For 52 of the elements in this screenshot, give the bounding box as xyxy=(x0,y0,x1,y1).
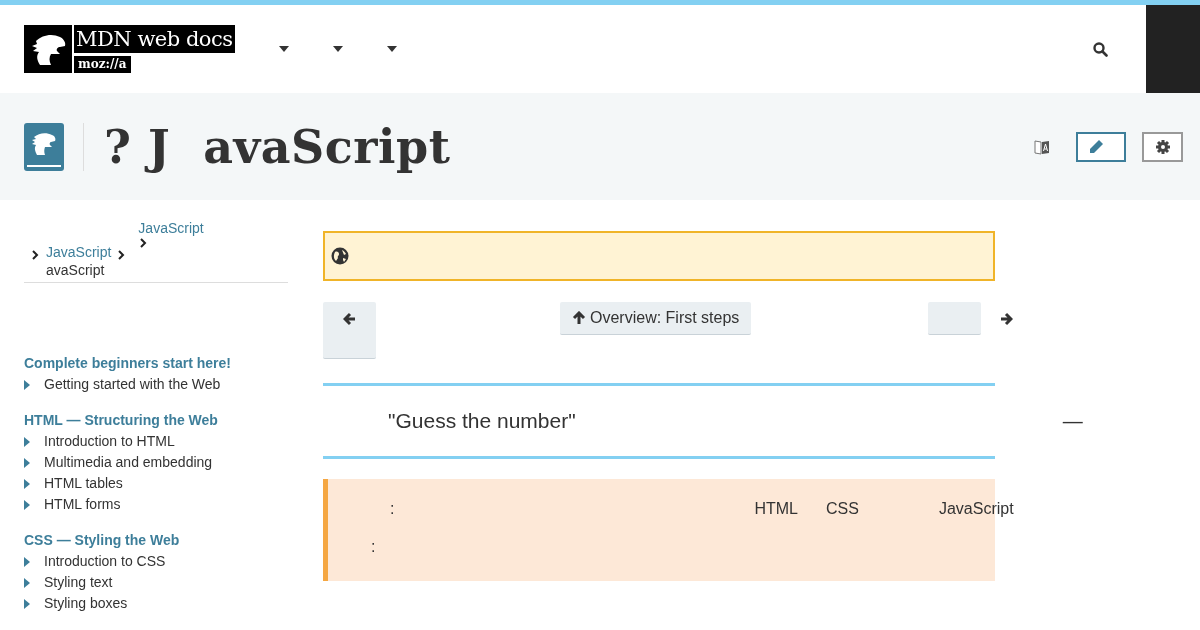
breadcrumb-link[interactable]: JavaScript xyxy=(46,244,112,260)
sidebar-item[interactable]: Styling text xyxy=(44,572,113,593)
sidebar-item[interactable]: Introduction to HTML xyxy=(44,431,175,452)
chevron-icon xyxy=(32,250,39,260)
sidebar-item[interactable]: HTML tables xyxy=(44,473,123,494)
expand-triangle-icon[interactable] xyxy=(24,556,30,567)
prerequisite-text: CSS xyxy=(826,500,859,519)
settings-button[interactable] xyxy=(1142,131,1183,162)
sidebar-item[interactable]: Styling boxes xyxy=(44,593,128,614)
right-arrow-icon xyxy=(999,312,1013,326)
section-heading[interactable]: HTML — Structuring the Web xyxy=(24,410,288,431)
caret-icon[interactable] xyxy=(332,46,343,52)
breadcrumb-link[interactable]: JavaScript xyxy=(138,220,204,236)
chevron-icon xyxy=(140,238,148,248)
dash-text: — xyxy=(1062,409,1083,433)
sidebar-item[interactable]: Multimedia and embedding xyxy=(44,452,213,473)
translate-icon[interactable] xyxy=(1034,138,1050,155)
globe-icon xyxy=(331,247,349,265)
page-title: ? J avaScript xyxy=(104,119,451,174)
previous-button[interactable] xyxy=(323,302,376,359)
expand-triangle-icon[interactable] xyxy=(24,499,30,510)
sidebar-item[interactable]: Getting started with the Web xyxy=(44,374,221,395)
prerequisite-text: : xyxy=(371,538,376,556)
caret-icon[interactable] xyxy=(278,46,289,52)
expand-triangle-icon[interactable] xyxy=(24,598,30,609)
chevron-icon xyxy=(118,250,126,260)
sidebar-item[interactable]: Introduction to CSS xyxy=(44,551,166,572)
mozilla-logo-text[interactable]: moz://a xyxy=(74,56,131,73)
breadcrumb-current: avaScript xyxy=(46,262,106,278)
expand-triangle-icon[interactable] xyxy=(24,436,30,447)
up-arrow-icon xyxy=(572,311,586,325)
expand-triangle-icon[interactable] xyxy=(24,478,30,489)
expand-triangle-icon[interactable] xyxy=(24,379,30,390)
left-arrow-icon xyxy=(342,312,357,326)
search-icon[interactable] xyxy=(1093,41,1108,57)
prerequisite-text: JavaScript xyxy=(938,500,1014,519)
caret-icon[interactable] xyxy=(386,46,397,52)
pencil-icon xyxy=(1088,138,1104,155)
section-heading: "Guess the number" xyxy=(388,409,576,433)
settings-icon xyxy=(1154,138,1171,155)
edit-button[interactable] xyxy=(1076,131,1126,162)
sidebar-item[interactable]: HTML forms xyxy=(44,494,121,515)
section-heading[interactable]: CSS — Styling the Web xyxy=(24,530,288,551)
book-logo-icon xyxy=(24,122,64,171)
expand-triangle-icon[interactable] xyxy=(24,577,30,588)
dinosaur-logo-icon[interactable] xyxy=(24,25,72,73)
prerequisite-text: : xyxy=(390,500,395,519)
expand-triangle-icon[interactable] xyxy=(24,457,30,468)
prerequisite-text: HTML xyxy=(754,500,798,519)
section-heading[interactable]: Complete beginners start here! xyxy=(24,353,288,374)
site-logo-text[interactable]: MDN web docs xyxy=(74,25,235,53)
overview-button[interactable]: Overview: First steps xyxy=(560,302,752,335)
